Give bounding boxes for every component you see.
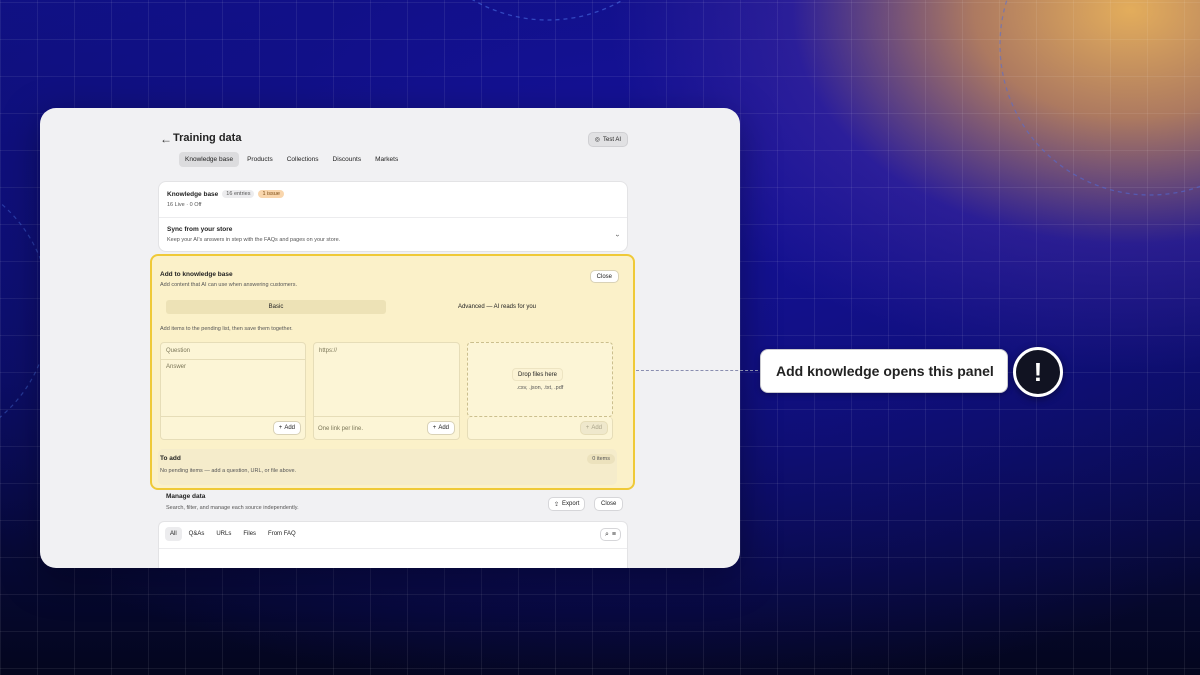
- filter-files[interactable]: Files: [238, 527, 261, 541]
- tab-knowledge-base[interactable]: Knowledge base: [179, 152, 240, 167]
- panel-hint: Add items to the pending list, then save…: [160, 326, 293, 332]
- divider: [159, 548, 627, 549]
- page-header: ← Training data ◎ Test AI: [158, 130, 628, 150]
- deco-arc-top: [471, 0, 625, 21]
- pending-empty-text: No pending items — add a question, URL, …: [160, 468, 297, 474]
- section-tabs: Knowledge base Products Collections Disc…: [179, 152, 404, 167]
- plus-icon: +: [432, 425, 437, 431]
- add-label: Add: [438, 425, 449, 431]
- manage-close-button[interactable]: Close: [594, 497, 624, 511]
- search-icon: ⌕: [604, 530, 609, 538]
- question-input[interactable]: Question: [166, 348, 190, 354]
- add-qa-button[interactable]: + Add: [272, 421, 301, 435]
- export-label: Export: [562, 501, 580, 507]
- filter-urls[interactable]: URLs: [211, 527, 236, 541]
- pending-list: To add No pending items — add a question…: [158, 449, 617, 485]
- plus-icon: +: [585, 425, 590, 431]
- app-window: ← Training data ◎ Test AI Knowledge base…: [40, 108, 740, 568]
- manage-subtitle: Search, filter, and manage each source i…: [166, 505, 299, 511]
- add-url-button[interactable]: + Add: [426, 421, 455, 435]
- file-drop-zone[interactable]: Drop files here .csv, .json, .txt, .pdf: [467, 342, 613, 417]
- deco-arc-right: [999, 0, 1200, 196]
- pending-count-badge: 0 items: [587, 454, 615, 464]
- add-label: Add: [284, 425, 295, 431]
- filter-card: All Q&As URLs Files From FAQ ⌕ ≡: [158, 521, 628, 568]
- test-ai-button[interactable]: ◎ Test AI: [587, 132, 628, 147]
- sparkle-icon: ◎: [594, 137, 600, 143]
- tab-discounts[interactable]: Discounts: [327, 152, 368, 167]
- knowledge-base-card: Knowledge base 16 entries 1 issue 16 Liv…: [158, 181, 628, 252]
- divider: [161, 359, 305, 360]
- entries-badge: 16 entries: [222, 190, 255, 198]
- issue-badge[interactable]: 1 issue: [258, 190, 284, 198]
- mode-basic-tab[interactable]: Basic: [166, 300, 386, 314]
- divider: [159, 217, 627, 218]
- plus-icon: +: [278, 425, 283, 431]
- pending-title: To add: [160, 455, 181, 462]
- tab-collections[interactable]: Collections: [281, 152, 325, 167]
- url-input-box: https:// One link per line. + Add: [313, 342, 460, 440]
- add-knowledge-panel: Add to knowledge base Add content that A…: [150, 254, 635, 490]
- filter-qas[interactable]: Q&As: [184, 527, 210, 541]
- sync-title[interactable]: Sync from your store: [167, 226, 232, 233]
- callout-label: Add knowledge opens this panel: [760, 349, 1008, 393]
- mode-advanced-tab[interactable]: Advanced — AI reads for you: [386, 300, 608, 314]
- search-filter-button[interactable]: ⌕ ≡: [599, 528, 621, 541]
- upload-icon: ⇪: [554, 501, 560, 508]
- drop-files-button[interactable]: Drop files here: [512, 368, 564, 381]
- manage-title: Manage data: [166, 493, 206, 500]
- panel-subtitle: Add content that AI can use when answeri…: [160, 282, 297, 288]
- add-file-button[interactable]: + Add: [579, 421, 608, 435]
- file-add-footer: + Add: [467, 417, 613, 440]
- test-ai-label: Test AI: [602, 136, 621, 143]
- answer-input[interactable]: Answer: [166, 364, 186, 370]
- tab-products[interactable]: Products: [241, 152, 279, 167]
- export-button[interactable]: ⇪ Export: [548, 497, 586, 511]
- url-hint: One link per line.: [318, 426, 364, 432]
- kb-title: Knowledge base: [167, 190, 219, 198]
- panel-close-button[interactable]: Close: [589, 270, 619, 283]
- sync-subtitle: Keep your AI's answers in step with the …: [167, 237, 341, 243]
- arrow-left-icon[interactable]: ←: [160, 132, 172, 146]
- kb-header: Knowledge base 16 entries 1 issue: [167, 190, 284, 198]
- tab-markets[interactable]: Markets: [369, 152, 404, 167]
- panel-title: Add to knowledge base: [160, 271, 233, 278]
- content-column: ← Training data ◎ Test AI Knowledge base…: [150, 108, 635, 568]
- chevron-down-icon[interactable]: ›: [613, 234, 620, 236]
- filter-icon: ≡: [611, 531, 616, 538]
- add-label: Add: [591, 425, 602, 431]
- page-title: Training data: [173, 132, 242, 144]
- alert-badge: !: [1013, 347, 1063, 397]
- callout-connector: [636, 370, 758, 371]
- divider: [161, 416, 305, 417]
- filter-tabs: All Q&As URLs Files From FAQ: [165, 527, 301, 541]
- accepted-file-types: .csv, .json, .txt, .pdf: [516, 385, 564, 391]
- kb-status: 16 Live · 0 Off: [167, 202, 202, 208]
- url-input[interactable]: https://: [319, 348, 337, 354]
- filter-from-faq[interactable]: From FAQ: [263, 527, 301, 541]
- divider: [314, 416, 459, 417]
- filter-all[interactable]: All: [165, 527, 182, 541]
- qa-input-box: Question Answer + Add: [160, 342, 306, 440]
